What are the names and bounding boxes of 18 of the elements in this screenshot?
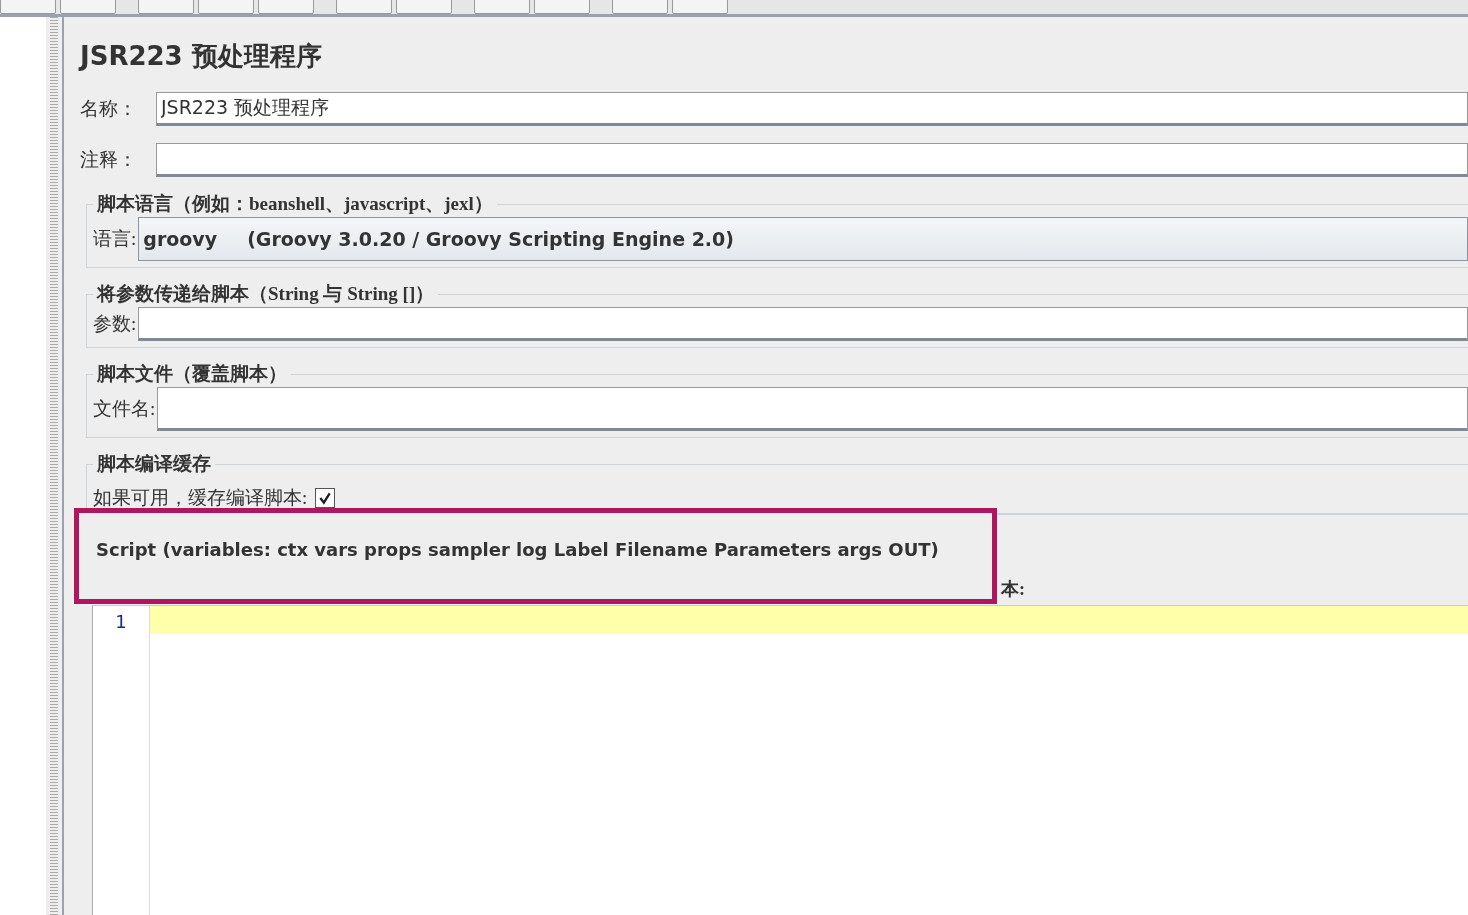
field-label: 参数: bbox=[93, 312, 137, 336]
checkbox-label: 如果可用，缓存编译脚本: bbox=[93, 486, 308, 510]
line-number: 1 bbox=[115, 610, 127, 634]
script-label: 本: bbox=[1001, 578, 1025, 601]
section-title: 脚本语言（例如：beanshell、javascript、jexl） bbox=[93, 191, 497, 217]
field-label: 名称： bbox=[80, 97, 138, 121]
input-field[interactable] bbox=[138, 307, 1468, 341]
panel-title: JSR223 预处理程序 bbox=[80, 40, 323, 73]
section-title: 将参数传递给脚本（String 与 String []） bbox=[93, 281, 439, 307]
annotation-text: Script (variables: ctx vars props sampler log Label Filename Parameters args OUT) bbox=[96, 538, 939, 560]
section-title: 脚本文件（覆盖脚本） bbox=[93, 361, 291, 387]
field-label: 注释： bbox=[80, 148, 138, 172]
language-dropdown[interactable]: groovy (Groovy 3.0.20 / Groovy Scripting Engine 2.0) bbox=[138, 217, 1468, 261]
field-label: 文件名: bbox=[93, 397, 156, 421]
checkbox[interactable] bbox=[315, 488, 336, 508]
input-field[interactable] bbox=[156, 143, 1468, 177]
field-label: 语言: bbox=[93, 227, 137, 251]
input-field[interactable] bbox=[157, 387, 1468, 431]
